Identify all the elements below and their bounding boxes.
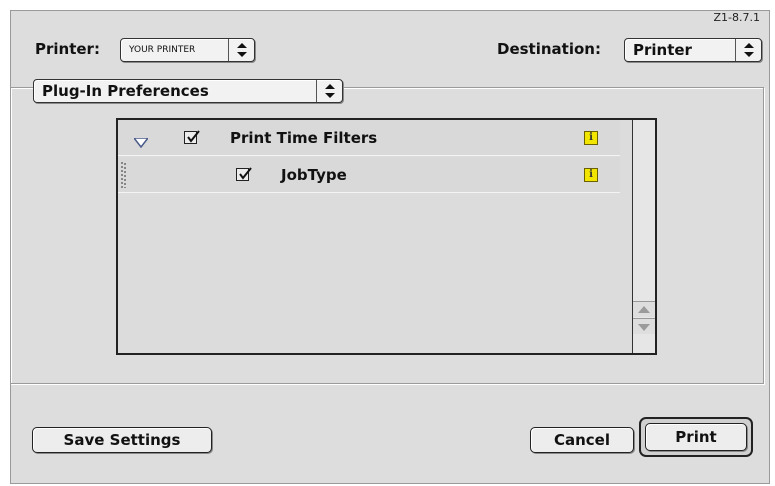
- panel-popup[interactable]: Plug-In Preferences: [33, 79, 343, 103]
- version-label: Z1-8.7.1: [713, 11, 761, 24]
- printer-popup[interactable]: YOUR PRINTER: [120, 38, 255, 62]
- destination-label: Destination:: [497, 40, 601, 58]
- list-item-label: JobType: [281, 166, 347, 184]
- plugin-list[interactable]: Print Time Filters i JobType i: [116, 118, 657, 355]
- panel-popup-value: Plug-In Preferences: [42, 82, 209, 100]
- info-icon[interactable]: i: [584, 131, 598, 145]
- save-settings-button[interactable]: Save Settings: [32, 427, 212, 453]
- list-item-label: Print Time Filters: [230, 129, 378, 147]
- up-down-arrows-icon: [735, 39, 761, 61]
- printer-label: Printer:: [35, 40, 100, 58]
- info-icon[interactable]: i: [584, 168, 598, 182]
- scroll-up-arrow-icon: [638, 306, 650, 313]
- checkmark-icon: [239, 167, 252, 180]
- up-down-arrows-icon: [228, 39, 254, 61]
- vertical-scrollbar[interactable]: [632, 120, 655, 353]
- checkbox-jobtype[interactable]: [236, 167, 252, 181]
- list-item-jobtype[interactable]: JobType i: [118, 157, 620, 193]
- print-button[interactable]: Print: [645, 423, 747, 451]
- scroll-up-button[interactable]: [633, 301, 655, 317]
- checkbox-print-time-filters[interactable]: [184, 130, 200, 144]
- scroll-down-button[interactable]: [633, 318, 655, 334]
- checkmark-icon: [187, 130, 200, 143]
- destination-popup[interactable]: Printer: [624, 38, 762, 62]
- scroll-down-arrow-icon: [638, 324, 650, 331]
- up-down-arrows-icon: [316, 80, 342, 102]
- disclosure-triangle-down-icon[interactable]: [132, 133, 150, 152]
- printer-popup-value: YOUR PRINTER: [129, 45, 196, 55]
- drag-handle-icon[interactable]: [121, 162, 127, 192]
- destination-popup-value: Printer: [633, 41, 692, 59]
- cancel-button[interactable]: Cancel: [530, 427, 634, 453]
- list-item-print-time-filters[interactable]: Print Time Filters i: [118, 120, 620, 156]
